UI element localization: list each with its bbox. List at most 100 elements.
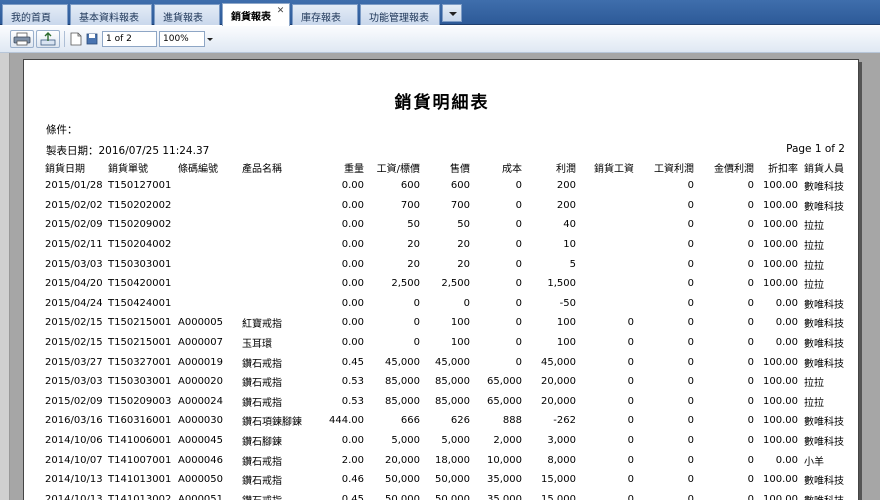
table-cell: 紅寶戒指 [242, 319, 282, 331]
table-cell: 0 [515, 278, 522, 290]
table-cell [579, 274, 637, 294]
tab-function-report[interactable]: 功能管理報表 [360, 4, 440, 25]
table-cell: 40 [563, 219, 576, 231]
table-cell [175, 215, 239, 235]
table-cell: 100.00 [763, 395, 798, 407]
table-cell: 0 [515, 297, 522, 309]
table-cell: A000046 [178, 454, 224, 466]
table-cell: 數唯科技 [804, 476, 844, 488]
table-cell: 鑽石戒指 [242, 397, 282, 409]
table-cell: 100 [556, 317, 576, 329]
table-cell: 0.00 [775, 454, 798, 466]
page-value: 1 of 2 [106, 34, 132, 44]
table-cell: 0.45 [341, 493, 364, 500]
table-cell: 600 [400, 180, 420, 192]
zoom-value: 100% [163, 34, 189, 44]
table-cell: 0.00 [775, 317, 798, 329]
table-cell: A000050 [178, 474, 224, 486]
table-cell: 2014/10/07 [45, 454, 103, 466]
table-cell: 0 [627, 337, 634, 349]
table-cell: 2015/02/15 [45, 337, 103, 349]
table-cell: 3,000 [547, 435, 576, 447]
table-cell: 2016/03/16 [45, 415, 103, 427]
table-cell [175, 196, 239, 216]
table-cell: 50 [457, 219, 470, 231]
table-row: 2015/01/28 T150127001 0.00 600 600 0 200 0 0 100.… [42, 176, 848, 196]
tab-bar: 我的首頁 基本資料報表 進貨報表 銷貨報表 ✕ 庫存報表 功能管理報表 [0, 0, 880, 26]
table-cell: 玉耳環 [242, 339, 272, 351]
table-cell: 0 [515, 239, 522, 251]
table-cell: 0 [687, 376, 694, 388]
table-cell: T150424001 [108, 297, 172, 309]
report-page: 銷貨明細表 條件： 製表日期：2016/07/25 11:24.37 Page … [23, 59, 859, 500]
table-cell: T141006001 [108, 435, 172, 447]
table-cell: 100.00 [763, 199, 798, 211]
table-cell: 0 [747, 337, 754, 349]
table-cell: T141013001 [108, 474, 172, 486]
zoom-selector[interactable]: 100% [159, 31, 213, 47]
table-cell: 0 [747, 258, 754, 270]
table-cell: A000019 [178, 356, 224, 368]
table-cell: 0 [747, 376, 754, 388]
table-cell: 0.45 [341, 356, 364, 368]
table-cell: 0 [687, 180, 694, 192]
export-button[interactable] [36, 30, 60, 48]
page-setup-button[interactable] [68, 30, 82, 48]
table-cell: 15,000 [541, 474, 576, 486]
tab-purchase-report[interactable]: 進貨報表 [154, 4, 220, 25]
report-viewer[interactable]: 銷貨明細表 條件： 製表日期：2016/07/25 11:24.37 Page … [10, 53, 880, 500]
table-cell: 700 [400, 199, 420, 211]
table-cell: 小羊 [804, 456, 824, 468]
table-cell: 0.00 [341, 317, 364, 329]
table-cell [579, 235, 637, 255]
table-cell: 0 [747, 317, 754, 329]
table-cell: T150303001 [108, 376, 172, 388]
table-cell: 數唯科技 [804, 417, 844, 429]
table-row: 2015/02/02 T150202002 0.00 700 700 0 200 0 0 100.… [42, 196, 848, 216]
close-icon[interactable]: ✕ [276, 7, 285, 16]
table-cell: 0 [747, 415, 754, 427]
table-cell [579, 196, 637, 216]
tab-overflow-button[interactable] [442, 4, 462, 22]
tab-sales-report[interactable]: 銷貨報表 ✕ [222, 3, 290, 26]
viewer-side-strip [0, 53, 10, 500]
tab-basic-data-report[interactable]: 基本資料報表 [70, 4, 152, 25]
table-cell: 0 [747, 297, 754, 309]
table-cell: 0 [747, 180, 754, 192]
table-cell: 數唯科技 [804, 201, 844, 213]
table-cell: 2014/10/13 [45, 474, 103, 486]
table-cell: 鑽石戒指 [242, 476, 282, 488]
chevron-down-icon[interactable] [207, 38, 213, 41]
table-cell: 100.00 [763, 493, 798, 500]
table-cell: 50,000 [385, 474, 420, 486]
print-button[interactable] [10, 30, 34, 48]
table-cell: 1,500 [547, 278, 576, 290]
table-cell: 45,000 [385, 356, 420, 368]
save-button[interactable] [84, 30, 98, 48]
table-cell: 0 [687, 239, 694, 251]
tab-home[interactable]: 我的首頁 [2, 4, 68, 25]
column-header: 工資/標價 [376, 164, 420, 175]
column-header: 利潤 [556, 164, 576, 175]
table-cell: 666 [400, 415, 420, 427]
table-cell: T160316001 [108, 415, 172, 427]
table-cell: 0 [687, 395, 694, 407]
table-cell: 85,000 [385, 395, 420, 407]
table-cell: 0 [515, 180, 522, 192]
table-cell [239, 254, 325, 274]
table-cell: 2015/02/15 [45, 317, 103, 329]
table-cell: 600 [450, 180, 470, 192]
table-cell: 0.46 [341, 474, 364, 486]
table-cell: 0 [687, 297, 694, 309]
table-cell [239, 196, 325, 216]
table-cell: 0 [687, 219, 694, 231]
table-cell: T141007001 [108, 454, 172, 466]
table-header-row: 銷貨日期 銷貨單號 條碼編號 產品名稱 重量 工資/標價 售價 成本 利潤 銷貨… [42, 159, 848, 176]
table-cell: 鑽石戒指 [239, 490, 325, 500]
tab-inventory-report[interactable]: 庫存報表 [292, 4, 358, 25]
table-cell [239, 274, 325, 294]
report-toolbar: 1 of 2 100% [0, 26, 880, 53]
table-cell: T150327001 [108, 356, 172, 368]
page-selector[interactable]: 1 of 2 [102, 31, 165, 47]
table-cell: 20,000 [541, 395, 576, 407]
